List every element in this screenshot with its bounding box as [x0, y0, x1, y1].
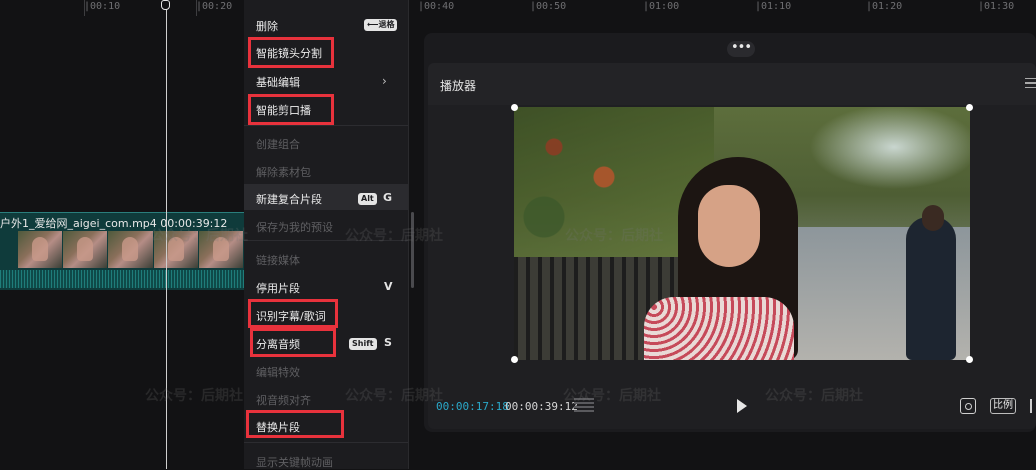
ruler-tick-label: |01:20: [866, 1, 903, 12]
shortcut-key-g: G: [383, 191, 393, 204]
crop-handle[interactable]: [511, 104, 518, 111]
hamburger-menu-icon[interactable]: [1025, 78, 1036, 88]
video-subject-face: [698, 185, 760, 267]
menu-divider: [244, 442, 408, 443]
menu-item-create-group[interactable]: 创建组合: [256, 136, 300, 152]
ruler-tick-label: |01:10: [755, 1, 792, 12]
timeline-ruler[interactable]: |00:10 |00:20 |00:40 |00:50 |01:00 |01:1…: [0, 0, 1036, 16]
menu-scrollbar[interactable]: [411, 212, 414, 288]
watermark: 公众号：后期社: [765, 388, 863, 404]
shortcut-alt: Alt: [358, 193, 377, 205]
video-subject-dress: [644, 297, 794, 360]
menu-item-av-align[interactable]: 视音频对齐: [256, 392, 311, 408]
ruler-tick-label: |00:10: [84, 1, 121, 12]
watermark: 公众号：后期社: [345, 388, 443, 404]
watermark: 公众号：后期社: [345, 228, 443, 244]
menu-item-disable-clip[interactable]: 停用片段: [256, 280, 300, 296]
timeline-video-clip[interactable]: 户外1_爱给网_aigei_com.mp4 00:00:39:12: [0, 212, 244, 290]
player-title: 播放器: [440, 79, 477, 93]
playhead-handle[interactable]: [161, 0, 170, 10]
menu-item-unpack-material[interactable]: 解除素材包: [256, 164, 311, 180]
menu-item-link-media[interactable]: 链接媒体: [256, 252, 300, 268]
ruler-tick-label: |01:00: [643, 1, 680, 12]
more-options-button[interactable]: •••: [727, 41, 755, 57]
highlight-box: [248, 94, 334, 125]
highlight-box: [248, 37, 334, 68]
watermark: 公众号：后期社: [145, 388, 243, 404]
play-icon[interactable]: [737, 399, 747, 413]
ruler-tick-label: |00:40: [418, 1, 455, 12]
watermark: 公众号：后期社: [565, 228, 663, 244]
ruler-tick-label: |00:20: [196, 1, 233, 12]
highlight-box: [248, 299, 338, 328]
crop-handle[interactable]: [966, 104, 973, 111]
highlight-box: [246, 410, 344, 438]
watermark: 公众号：后期社: [563, 388, 661, 404]
crop-handle[interactable]: [966, 356, 973, 363]
menu-divider: [244, 125, 408, 126]
clip-thumbnail: [108, 231, 153, 268]
menu-item-save-preset[interactable]: 保存为我的预设: [256, 219, 333, 235]
shortcut-backspace: ⟵退格: [364, 19, 398, 31]
watermark: 公众号：后期社: [150, 228, 248, 244]
clip-thumbnail: [63, 231, 108, 268]
menu-item-delete[interactable]: 删除: [256, 18, 278, 34]
clip-thumbnail: [18, 231, 63, 268]
crop-handle[interactable]: [511, 356, 518, 363]
ruler-tick-label: |01:30: [978, 1, 1015, 12]
menu-item-show-keyframes[interactable]: 显示关键帧动画: [256, 454, 333, 470]
player-header: [428, 63, 1036, 105]
zoom-fit-icon[interactable]: [960, 398, 976, 414]
fullscreen-icon[interactable]: [1030, 399, 1036, 413]
menu-item-new-compound-clip[interactable]: 新建复合片段: [256, 191, 322, 207]
shortcut-key-v: V: [384, 280, 393, 293]
aspect-ratio-button[interactable]: 比例: [990, 398, 1016, 414]
shortcut-key-s: S: [384, 336, 392, 349]
audio-waveform: [0, 270, 244, 288]
video-background-person-head: [922, 205, 944, 231]
ruler-tick-label: |00:50: [530, 1, 567, 12]
menu-item-edit-effects[interactable]: 编辑特效: [256, 364, 300, 380]
menu-item-basic-edit[interactable]: 基础编辑: [256, 74, 300, 90]
highlight-box: [250, 328, 336, 357]
shortcut-shift: Shift: [349, 338, 377, 350]
current-timecode: 00:00:17:18: [436, 400, 509, 413]
video-background-person: [906, 217, 956, 360]
chevron-right-icon: ›: [382, 74, 387, 88]
